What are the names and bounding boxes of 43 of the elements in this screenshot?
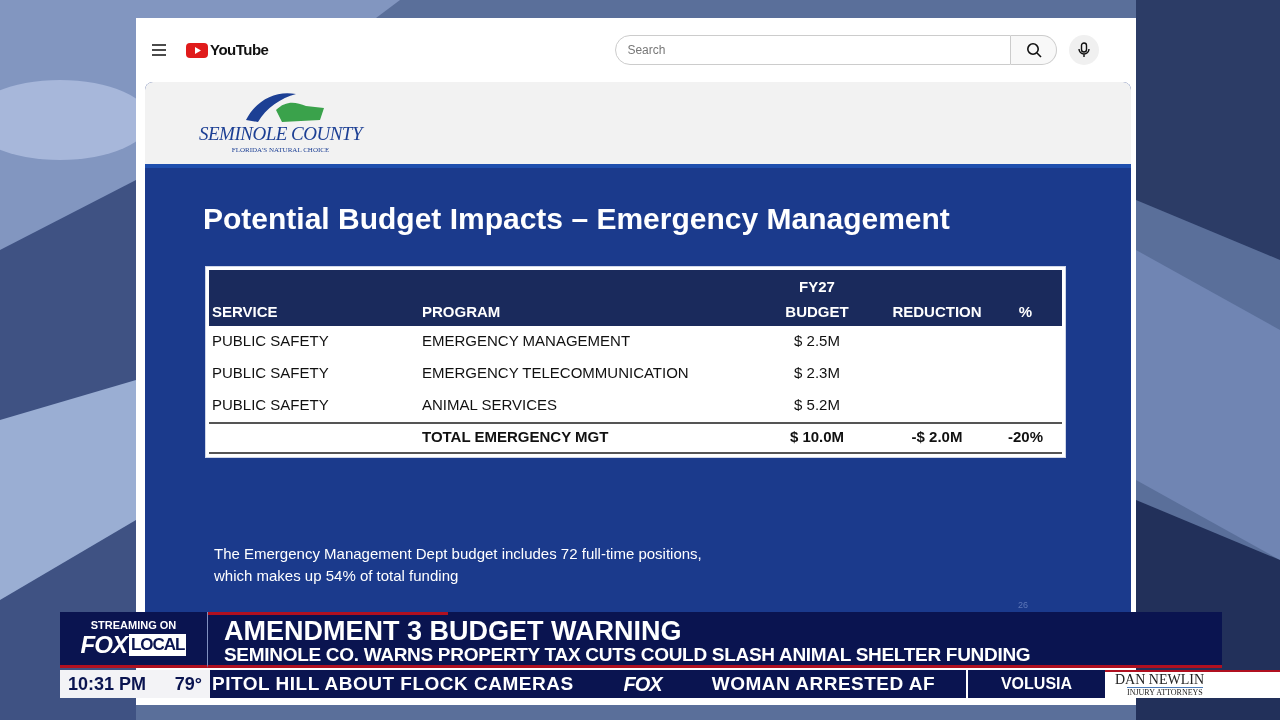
table-cell-text: ANIMAL SERVICES	[422, 395, 558, 416]
search-icon	[1025, 42, 1042, 58]
county-name: SEMINOLE COUNTY	[199, 124, 362, 143]
column-header: %	[1017, 301, 1034, 322]
table-cell-text: EMERGENCY TELECOMMUNICATION	[422, 363, 689, 384]
microphone-icon	[1078, 42, 1091, 58]
sponsor-tagline: INJURY ATTORNEYS	[1127, 687, 1203, 697]
sponsor-name: DAN NEWLIN	[1115, 673, 1205, 687]
table-cell-text: $ 10.0M	[789, 427, 845, 448]
microphone-button[interactable]	[1069, 35, 1100, 65]
youtube-logo[interactable]: YouTube	[210, 38, 269, 62]
search-field[interactable]: Search	[615, 35, 1012, 65]
table-cell-text: PUBLIC SAFETY	[212, 395, 329, 416]
subheadline: SEMINOLE CO. WARNS PROPERTY TAX CUTS COULD SLASH ANIMAL SHELTER FUNDING	[224, 645, 1032, 665]
slide-title: Potential Budget Impacts – Emergency Management	[203, 200, 951, 237]
ticker-story: PITOL HILL ABOUT FLOCK CAMERAS	[212, 671, 574, 696]
ticker-story: WOMAN ARRESTED AF	[711, 671, 936, 696]
headline: AMENDMENT 3 BUDGET WARNING	[224, 617, 683, 645]
badge-caption: STREAMING ON	[90, 620, 177, 631]
column-header: PROGRAM	[422, 301, 502, 322]
table-cell-text: TOTAL EMERGENCY MGT	[422, 427, 609, 448]
table-cell-text: $ 2.5M	[794, 331, 840, 352]
table-cell-text: -20%	[1008, 427, 1043, 448]
column-header: REDUCTION	[891, 301, 983, 322]
column-header: FY27 BUDGET	[784, 276, 850, 322]
fox-logo: FOX	[80, 633, 127, 657]
ticker-logo: FOX	[623, 672, 662, 697]
local-logo: LOCAL	[128, 634, 187, 656]
ticker-region: VOLUSIA	[1000, 674, 1073, 694]
temperature: 79°	[174, 672, 202, 696]
footnote: The Emergency Management Dept budget includes 72 full-time positions, which makes up 54% of total funding	[214, 543, 703, 586]
search-button[interactable]	[1011, 35, 1058, 65]
table-cell-text: EMERGENCY MANAGEMENT	[422, 331, 631, 352]
play-logo-icon	[186, 42, 208, 58]
clock: 10:31 PM	[68, 672, 147, 696]
column-header: SERVICE	[212, 301, 279, 322]
table-cell-text: $ 2.3M	[794, 363, 840, 384]
table-cell-text: PUBLIC SAFETY	[212, 363, 329, 384]
table-cell-text: -$ 2.0M	[911, 427, 963, 448]
page-number: 26	[1018, 598, 1028, 612]
table-cell-text: PUBLIC SAFETY	[212, 331, 329, 352]
table-cell-text: $ 5.2M	[794, 395, 840, 416]
menu-icon[interactable]	[152, 44, 166, 56]
